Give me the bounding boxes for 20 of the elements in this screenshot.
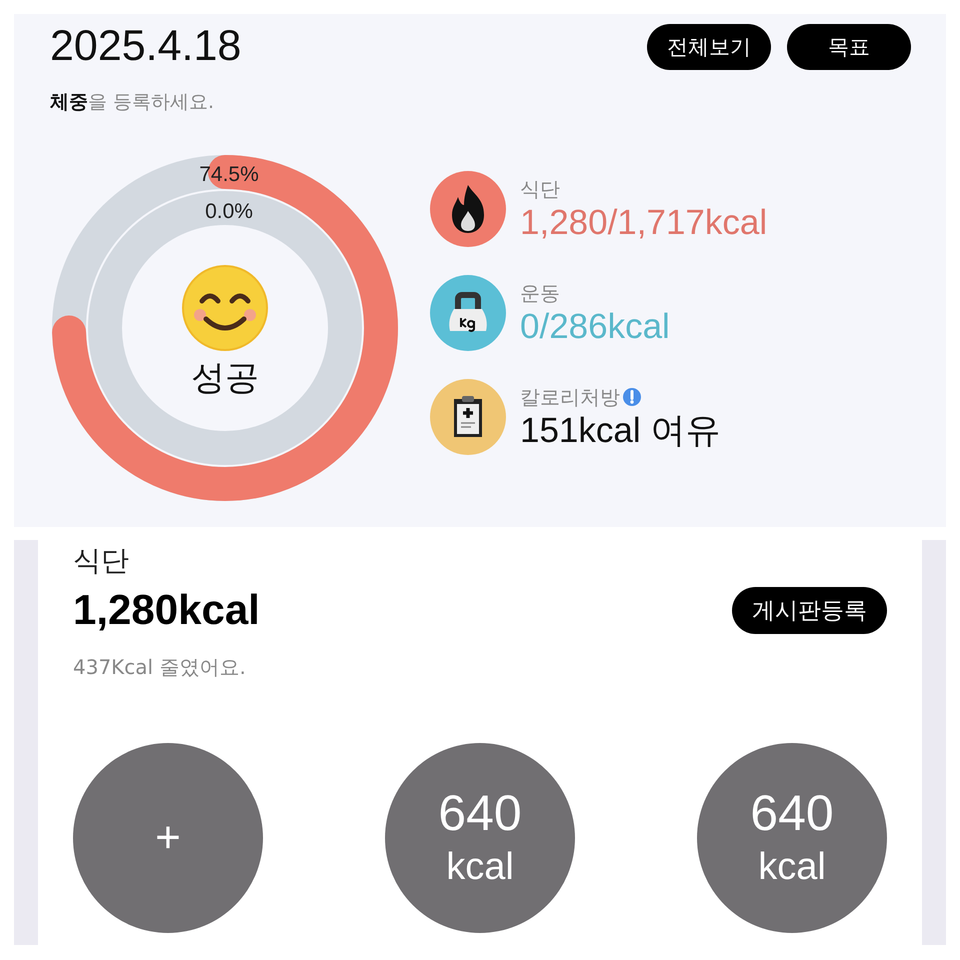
summary-label: 식단	[520, 176, 560, 202]
summary-label: 운동	[520, 280, 560, 306]
meal-calorie-circle[interactable]: 640 kcal	[385, 743, 575, 933]
summary-value: 1,280/1,717kcal	[520, 202, 768, 242]
summary-label: 칼로리처방	[520, 384, 620, 410]
card-title: 식단	[73, 543, 130, 579]
date-label: 2025.4.18	[50, 22, 242, 71]
weight-prompt: 체중을 등록하세요.	[50, 90, 216, 115]
calorie-total: 1,280kcal	[73, 586, 260, 634]
view-all-button[interactable]: 전체보기	[647, 24, 771, 70]
status-label: 성공	[191, 357, 259, 400]
summary-value: 151kcal 여유	[520, 410, 720, 450]
smiley-icon	[180, 263, 270, 353]
post-button[interactable]: 게시판등록	[732, 586, 887, 634]
add-meal-button[interactable]: +	[73, 743, 263, 933]
summary-value: 0/286kcal	[520, 306, 670, 346]
reduction-note: 437Kcal 줄였어요.	[73, 654, 247, 681]
goal-button[interactable]: 목표	[787, 24, 911, 70]
meal-calorie-circle[interactable]: 640 kcal	[697, 743, 887, 933]
percent-label: 0.0%	[204, 200, 253, 223]
